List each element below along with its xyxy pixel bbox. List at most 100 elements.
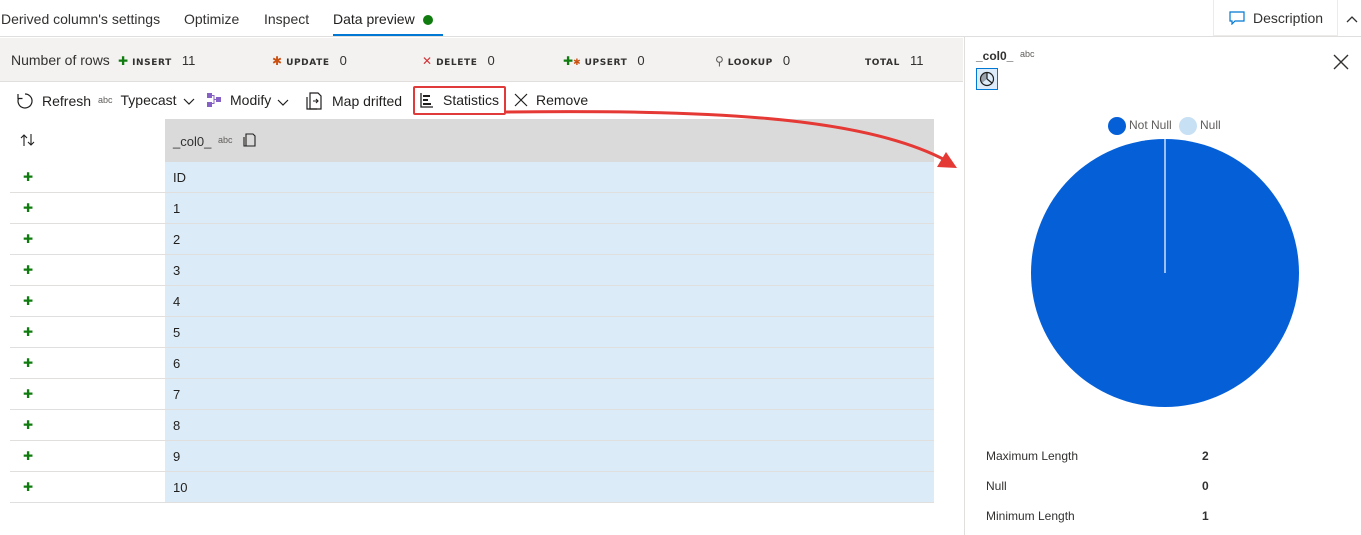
stat-value: 2: [1202, 449, 1209, 463]
cell-value: 4: [173, 294, 181, 309]
map-drifted-label: Map drifted: [332, 93, 403, 110]
count-lookup-value: 0: [782, 53, 791, 68]
map-drifted-button[interactable]: Map drifted: [306, 92, 402, 113]
insert-row-icon: ✚: [23, 232, 34, 246]
typecast-label: Typecast: [120, 92, 177, 108]
refresh-button[interactable]: Refresh: [16, 92, 91, 113]
table-cell[interactable]: 8: [165, 410, 934, 440]
sort-header[interactable]: [10, 119, 165, 162]
typecast-button[interactable]: abc Typecast: [98, 92, 195, 109]
null-distribution-pie-chart: [1031, 139, 1299, 407]
insert-row-icon: ✚: [23, 263, 34, 277]
cell-value: 1: [173, 201, 181, 216]
row-count-label: Number of rows: [11, 52, 110, 68]
chevron-down-icon: [183, 93, 195, 109]
typecast-type-label: abc: [98, 95, 113, 105]
column-type: abc: [218, 135, 233, 145]
row-counts-bar: Number of rows ✚ INSERT 11 ✱ UPDATE 0 ✕ DELET…: [0, 38, 963, 82]
insert-row-icon: ✚: [23, 449, 34, 463]
stat-label: Maximum Length: [986, 449, 1079, 463]
stat-row-maximum-length: Maximum Length 2: [986, 449, 1216, 463]
active-tab-indicator: [333, 34, 443, 36]
count-insert: ✚ INSERT 11: [118, 53, 195, 68]
count-total-key: TOTAL: [865, 58, 900, 68]
cell-value: 3: [173, 263, 181, 278]
count-delete-value: 0: [487, 53, 495, 68]
stat-value: 0: [1202, 479, 1209, 493]
count-upsert-value: 0: [637, 53, 645, 68]
tab-data-preview-label: Data preview: [333, 11, 415, 27]
cell-value: 10: [173, 480, 188, 495]
table-cell[interactable]: 10: [165, 472, 934, 502]
pie-chart-toggle-button[interactable]: [976, 68, 998, 90]
count-update: ✱ UPDATE 0: [272, 53, 347, 68]
count-delete: ✕ DELETE 0: [422, 53, 495, 68]
table-cell[interactable]: 4: [165, 286, 934, 316]
count-total: TOTAL 11: [865, 53, 923, 68]
tab-derived-column-settings[interactable]: Derived column's settings: [1, 11, 160, 27]
stat-row-null: Null 0: [986, 479, 1216, 493]
sort-icon[interactable]: [20, 133, 36, 150]
close-panel-icon[interactable]: [1332, 53, 1350, 74]
insert-row-icon: ✚: [23, 294, 34, 308]
insert-row-icon: ✚: [23, 170, 34, 184]
column-action-icon[interactable]: [243, 133, 257, 150]
table-row: ✚ ID: [10, 162, 934, 193]
tab-inspect[interactable]: Inspect: [264, 11, 309, 27]
cell-value: 2: [173, 232, 181, 247]
table-cell[interactable]: 2: [165, 224, 934, 254]
table-row: ✚ 6: [10, 348, 934, 379]
status-ok-icon: [422, 15, 433, 25]
table-cell[interactable]: 6: [165, 348, 934, 378]
description-label: Description: [1253, 10, 1324, 26]
cell-value: 9: [173, 449, 181, 464]
count-insert-key: INSERT: [132, 58, 172, 68]
modify-label: Modify: [230, 92, 272, 109]
table-row: ✚ 7: [10, 379, 934, 410]
cell-value: 6: [173, 356, 181, 371]
stat-label: Minimum Length: [986, 509, 1075, 523]
statistics-highlight-box: [413, 86, 506, 115]
x-icon: ✕: [422, 54, 433, 68]
count-total-value: 11: [909, 53, 924, 68]
grid-header: _col0_ abc: [10, 119, 934, 162]
cell-value: 7: [173, 387, 181, 402]
table-cell[interactable]: ID: [165, 162, 934, 192]
tab-optimize[interactable]: Optimize: [184, 11, 239, 27]
description-button[interactable]: Description: [1213, 0, 1338, 36]
refresh-label: Refresh: [42, 93, 92, 110]
count-update-value: 0: [339, 53, 347, 68]
count-insert-value: 11: [181, 53, 196, 68]
map-drifted-icon: [306, 92, 324, 113]
modify-button[interactable]: Modify: [206, 92, 289, 111]
table-cell[interactable]: 5: [165, 317, 934, 347]
panel-column-name: _col0_: [976, 49, 1014, 63]
count-delete-key: DELETE: [436, 58, 478, 68]
table-row: ✚ 8: [10, 410, 934, 441]
insert-row-icon: ✚: [23, 387, 34, 401]
cell-value: 8: [173, 418, 181, 433]
count-upsert-key: UPSERT: [584, 58, 628, 68]
refresh-icon: [16, 92, 34, 113]
table-row: ✚ 9: [10, 441, 934, 472]
tab-bar: Derived column's settings Optimize Inspe…: [0, 0, 1361, 37]
remove-button[interactable]: Remove: [514, 92, 588, 110]
table-cell[interactable]: 9: [165, 441, 934, 471]
pie-chart-icon: [979, 71, 995, 90]
count-lookup: ⚲ LOOKUP 0: [715, 53, 790, 68]
cell-value: 5: [173, 325, 181, 340]
column-header-col0[interactable]: _col0_ abc: [165, 119, 934, 162]
modify-icon: [206, 92, 222, 111]
table-row: ✚ 3: [10, 255, 934, 286]
stat-value: 1: [1202, 509, 1209, 523]
table-cell[interactable]: 7: [165, 379, 934, 409]
table-cell[interactable]: 3: [165, 255, 934, 285]
close-icon: [514, 93, 528, 110]
panel-column-type: abc: [1020, 49, 1035, 59]
legend-label-not-null: Not Null: [1129, 118, 1172, 133]
tab-data-preview[interactable]: Data preview: [333, 11, 433, 27]
chevron-down-icon: [277, 94, 289, 110]
table-cell[interactable]: 1: [165, 193, 934, 223]
table-row: ✚ 4: [10, 286, 934, 317]
chevron-up-icon[interactable]: [1346, 11, 1358, 26]
